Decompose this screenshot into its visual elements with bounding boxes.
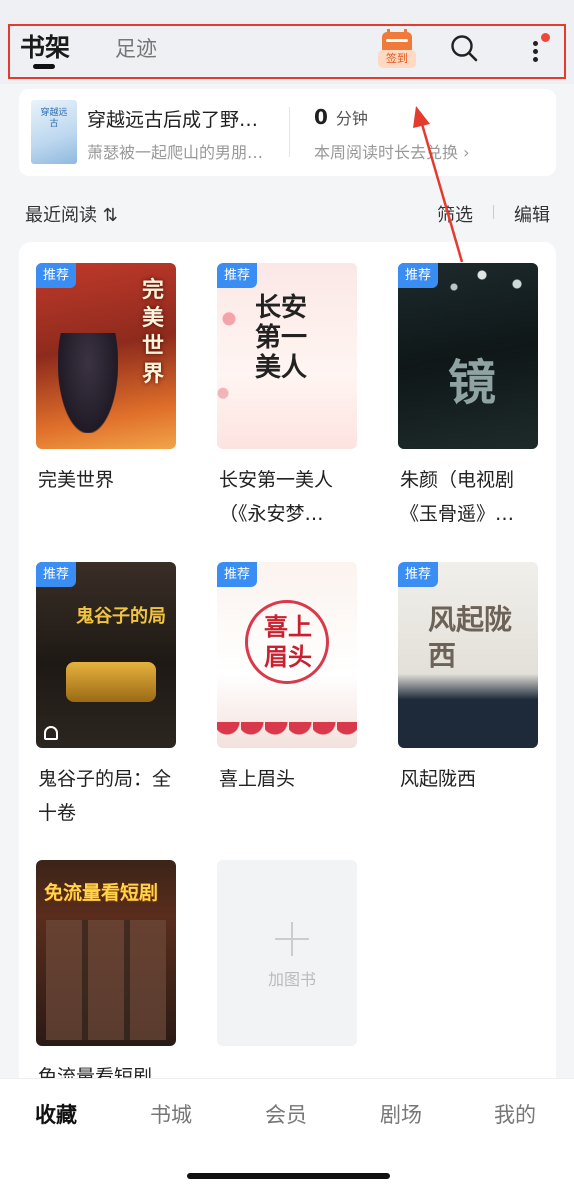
book-title[interactable]: 朱颜（电视剧《玉骨遥》… bbox=[400, 463, 538, 531]
nav-me[interactable]: 我的 bbox=[494, 1099, 536, 1129]
recent-reading-sort[interactable]: 最近阅读 ⇅ bbox=[25, 201, 118, 227]
book-cover[interactable]: 风起陇西 推荐 bbox=[398, 562, 538, 748]
book-title[interactable]: 鬼谷子的局：全十卷 bbox=[38, 762, 176, 830]
recommend-tag: 推荐 bbox=[398, 562, 439, 587]
weekly-reading-link[interactable]: 本周阅读时长去兑换 › bbox=[314, 139, 470, 163]
book-cover[interactable]: 镜 推荐 bbox=[398, 263, 538, 449]
divider bbox=[493, 205, 494, 219]
recommend-tag: 推荐 bbox=[36, 263, 77, 288]
recent-book-cover[interactable]: 穿越远古 bbox=[31, 100, 77, 164]
audio-icon bbox=[44, 726, 58, 740]
highlight-frame bbox=[8, 24, 566, 79]
recommend-tag: 推荐 bbox=[36, 562, 77, 587]
book-cover[interactable]: 完美世界 推荐 bbox=[36, 263, 176, 449]
book-cover[interactable]: 长安第一美人 推荐 bbox=[217, 263, 357, 449]
book-title[interactable]: 完美世界 bbox=[38, 463, 176, 497]
divider bbox=[289, 107, 290, 157]
book-title[interactable]: 风起陇西 bbox=[400, 762, 538, 796]
recent-book-title[interactable]: 穿越远古后成了野… bbox=[87, 105, 287, 132]
nav-favorites[interactable]: 收藏 bbox=[35, 1099, 77, 1129]
recommend-tag: 推荐 bbox=[398, 263, 439, 288]
recent-book-subtitle: 萧瑟被一起爬山的男朋… bbox=[87, 143, 264, 162]
nav-bookstore[interactable]: 书城 bbox=[150, 1099, 192, 1129]
add-book-button[interactable]: 加图书 bbox=[217, 860, 357, 1046]
book-cover[interactable]: 鬼谷子的局 推荐 bbox=[36, 562, 176, 748]
filter-button[interactable]: 筛选 bbox=[437, 201, 473, 227]
recent-book-card[interactable]: 穿越远古 穿越远古后成了野… 萧瑟被一起爬山的男朋… 0 分钟 本周阅读时长去兑换… bbox=[19, 89, 556, 176]
book-title[interactable]: 长安第一美人（《永安梦… bbox=[219, 463, 357, 531]
nav-membership[interactable]: 会员 bbox=[265, 1099, 307, 1129]
add-book-label: 加图书 bbox=[267, 970, 316, 989]
bookshelf-grid: 完美世界 推荐 完美世界 长安第一美人 推荐 长安第一美人（《永安梦… 镜 推荐… bbox=[19, 242, 556, 1092]
book-title[interactable]: 喜上眉头 bbox=[219, 762, 357, 796]
home-indicator[interactable] bbox=[187, 1173, 390, 1179]
book-cover[interactable]: 喜上眉头 推荐 bbox=[217, 562, 357, 748]
recommend-tag: 推荐 bbox=[217, 562, 258, 587]
nav-theater[interactable]: 剧场 bbox=[380, 1099, 422, 1129]
bottom-nav: 收藏 书城 会员 剧场 我的 bbox=[0, 1078, 574, 1191]
recommend-tag: 推荐 bbox=[217, 263, 258, 288]
edit-button[interactable]: 编辑 bbox=[514, 201, 550, 227]
book-cover[interactable]: 免流量看短剧 bbox=[36, 860, 176, 1046]
reading-minutes: 0 分钟 bbox=[314, 105, 368, 129]
